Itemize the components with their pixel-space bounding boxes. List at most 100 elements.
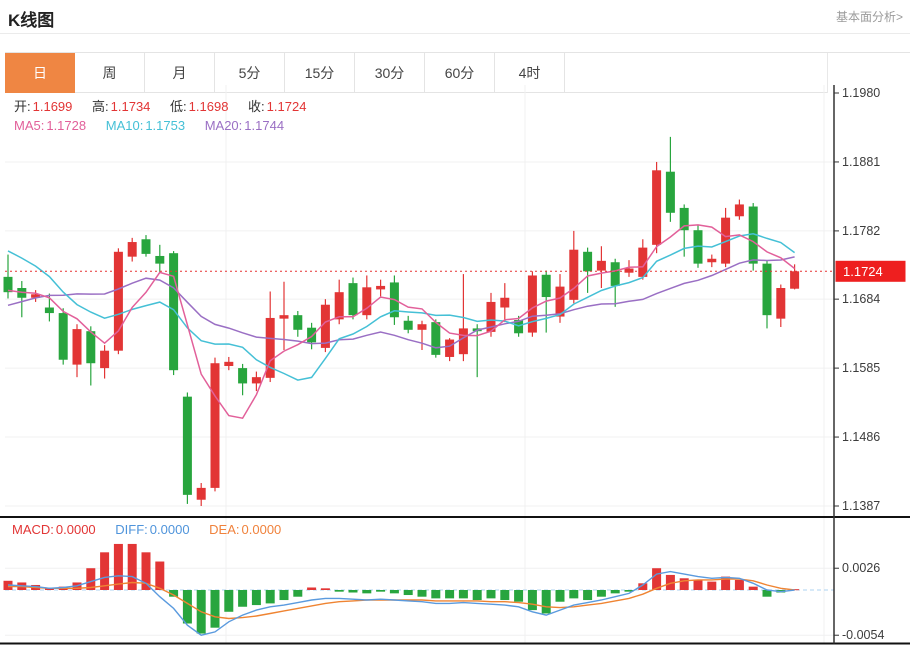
- close-value: 1.1724: [267, 99, 307, 114]
- diff-value: 0.0000: [150, 522, 190, 537]
- open-label: 开:: [14, 99, 31, 114]
- ma20-line: [8, 257, 795, 348]
- macd-bar: [459, 590, 468, 598]
- macd-tick-label: -0.0054: [842, 628, 884, 642]
- macd-bar: [694, 580, 703, 590]
- candle-body: [597, 261, 606, 271]
- macd-bar: [183, 590, 192, 624]
- low-label: 低:: [170, 99, 187, 114]
- fundamental-analysis-link[interactable]: 基本面分析>: [836, 8, 903, 25]
- candle-body: [666, 172, 675, 213]
- candle-body: [211, 363, 220, 488]
- macd-bar: [252, 590, 261, 605]
- dea-label: DEA:: [209, 522, 239, 537]
- candle-body: [790, 271, 799, 288]
- price-tick-label: 1.1881: [842, 155, 880, 169]
- candle-body: [445, 340, 454, 357]
- macd-bar: [431, 590, 440, 598]
- candle-body: [652, 170, 661, 245]
- macd-bar: [487, 590, 496, 598]
- macd-bar: [749, 587, 758, 590]
- candle-body: [404, 321, 413, 330]
- candle-body: [280, 315, 289, 318]
- candle-body: [349, 283, 358, 315]
- candle-body: [735, 204, 744, 216]
- macd-bar: [597, 590, 606, 597]
- candle-body: [583, 252, 592, 272]
- page-title: K线图: [8, 6, 54, 31]
- macd-bar: [569, 590, 578, 598]
- macd-bar: [735, 580, 744, 590]
- ma5-line: [8, 225, 795, 418]
- price-tick-label: 1.1585: [842, 361, 880, 375]
- candle-body: [86, 331, 95, 363]
- macd-bar: [280, 590, 289, 600]
- price-tick-label: 1.1387: [842, 499, 880, 513]
- ma-readout: MA5:1.1728 MA10:1.1753 MA20:1.1744: [14, 118, 286, 133]
- candle-body: [418, 324, 427, 330]
- candle-body: [335, 292, 344, 319]
- dea-line: [8, 579, 795, 618]
- macd-bar: [335, 590, 344, 592]
- last-price-badge-text: 1.1724: [843, 264, 883, 279]
- candle-body: [625, 269, 634, 273]
- candle-body: [4, 277, 13, 292]
- candle-body: [100, 351, 109, 368]
- candle-body: [169, 253, 178, 370]
- candle-body: [183, 397, 192, 495]
- ma10-value: 1.1753: [145, 118, 185, 133]
- macd-bar: [611, 590, 620, 593]
- ma5-label: MA5:: [14, 118, 44, 133]
- macd-bar: [293, 590, 302, 597]
- macd-bar: [500, 590, 509, 600]
- macd-bar: [707, 582, 716, 590]
- macd-bar: [556, 590, 565, 602]
- candle-body: [528, 275, 537, 332]
- ma5-value: 1.1728: [46, 118, 86, 133]
- candle-body: [114, 252, 123, 351]
- candle-body: [707, 259, 716, 262]
- candle-body: [45, 308, 54, 314]
- macd-bar: [321, 588, 330, 590]
- candle-body: [238, 368, 247, 383]
- low-value: 1.1698: [189, 99, 229, 114]
- candle-body: [293, 315, 302, 330]
- page-header: K线图 基本面分析>: [0, 0, 910, 34]
- candle-body: [59, 313, 68, 360]
- close-label: 收:: [248, 99, 265, 114]
- price-tick-label: 1.1486: [842, 430, 880, 444]
- price-tick-label: 1.1684: [842, 292, 880, 306]
- ma20-label: MA20:: [205, 118, 243, 133]
- macd-bar: [514, 590, 523, 602]
- kline-chart-area[interactable]: 1.19801.18811.17821.16841.15851.14861.13…: [0, 85, 910, 646]
- kline-canvas: 1.19801.18811.17821.16841.15851.14861.13…: [0, 85, 910, 646]
- ohlc-readout: 开:1.1699 高:1.1734 低:1.1698 收:1.1724: [14, 96, 308, 115]
- candle-body: [252, 377, 261, 383]
- ma10-line: [8, 234, 795, 380]
- price-tick-label: 1.1782: [842, 224, 880, 238]
- candle-body: [611, 262, 620, 286]
- candle-body: [569, 250, 578, 300]
- macd-bar: [307, 587, 316, 590]
- ma10-label: MA10:: [106, 118, 144, 133]
- macd-bar: [473, 590, 482, 600]
- macd-bar: [224, 590, 233, 612]
- candle-body: [376, 286, 385, 289]
- macd-tick-label: 0.0026: [842, 561, 880, 575]
- candle-body: [197, 488, 206, 500]
- candle-body: [142, 239, 151, 254]
- macd-label: MACD:: [12, 522, 54, 537]
- candle-body: [224, 362, 233, 366]
- candle-body: [128, 242, 137, 257]
- macd-bar: [211, 590, 220, 628]
- macd-bar: [583, 590, 592, 600]
- macd-bar: [528, 590, 537, 610]
- macd-bar: [155, 562, 164, 590]
- candle-body: [776, 288, 785, 319]
- candle-body: [500, 298, 509, 308]
- macd-bar: [445, 590, 454, 598]
- macd-bar: [349, 590, 358, 593]
- macd-bar: [100, 552, 109, 590]
- macd-bar: [376, 590, 385, 592]
- candle-body: [542, 275, 551, 297]
